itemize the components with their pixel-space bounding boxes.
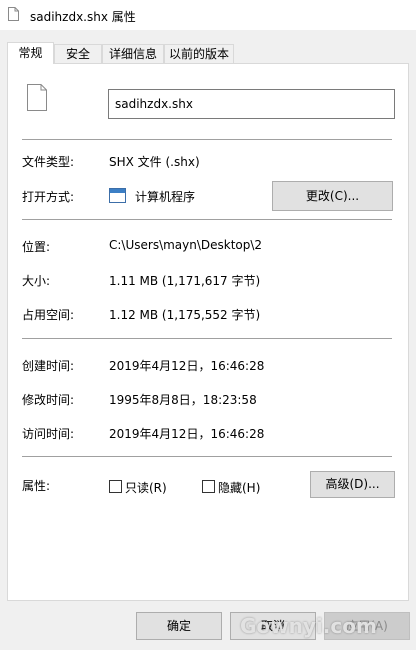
cancel-button[interactable]: 取消: [230, 612, 316, 640]
readonly-checkbox[interactable]: [109, 480, 122, 493]
tab-previous-versions[interactable]: 以前的版本: [164, 44, 234, 63]
hidden-checkbox[interactable]: [202, 480, 215, 493]
accessed-value: 2019年4月12日，16:46:28: [109, 427, 265, 441]
file-type-label: 文件类型:: [22, 155, 75, 169]
separator: [22, 456, 392, 457]
size-value: 1.11 MB (1,171,617 字节): [109, 274, 261, 288]
created-label: 创建时间:: [22, 359, 75, 373]
file-icon: [8, 7, 19, 21]
size-on-disk-label: 占用空间:: [22, 308, 75, 322]
general-panel: 文件类型: SHX 文件 (.shx) 打开方式: 计算机程序 更改(C)...…: [7, 63, 409, 601]
opens-with-label: 打开方式:: [22, 190, 75, 204]
file-type-value: SHX 文件 (.shx): [109, 155, 200, 169]
file-icon: [27, 84, 47, 111]
location-value: C:\Users\mayn\Desktop\2: [109, 238, 263, 252]
modified-label: 修改时间:: [22, 393, 75, 407]
ok-button[interactable]: 确定: [136, 612, 222, 640]
size-label: 大小:: [22, 274, 51, 288]
tab-general[interactable]: 常规: [7, 42, 54, 64]
opens-with-value: 计算机程序: [135, 190, 196, 204]
created-value: 2019年4月12日，16:46:28: [109, 359, 265, 373]
tab-details[interactable]: 详细信息: [102, 44, 164, 63]
window-title: sadihzdx.shx 属性: [30, 10, 136, 24]
title-bar: sadihzdx.shx 属性: [0, 0, 416, 30]
separator: [22, 219, 392, 220]
location-label: 位置:: [22, 240, 51, 254]
advanced-button[interactable]: 高级(D)...: [310, 471, 395, 498]
tab-security[interactable]: 安全: [54, 44, 102, 63]
program-icon: [109, 188, 126, 203]
filename-input[interactable]: [108, 89, 395, 119]
size-on-disk-value: 1.12 MB (1,175,552 字节): [109, 308, 261, 322]
hidden-label[interactable]: 隐藏(H): [218, 479, 260, 496]
separator: [22, 338, 392, 339]
attributes-label: 属性:: [22, 479, 51, 493]
change-button[interactable]: 更改(C)...: [272, 181, 393, 211]
modified-value: 1995年8月8日，18:23:58: [109, 393, 257, 407]
apply-button[interactable]: 应用(A): [324, 612, 410, 640]
readonly-label[interactable]: 只读(R): [125, 479, 167, 496]
separator: [22, 139, 392, 140]
accessed-label: 访问时间:: [22, 427, 75, 441]
